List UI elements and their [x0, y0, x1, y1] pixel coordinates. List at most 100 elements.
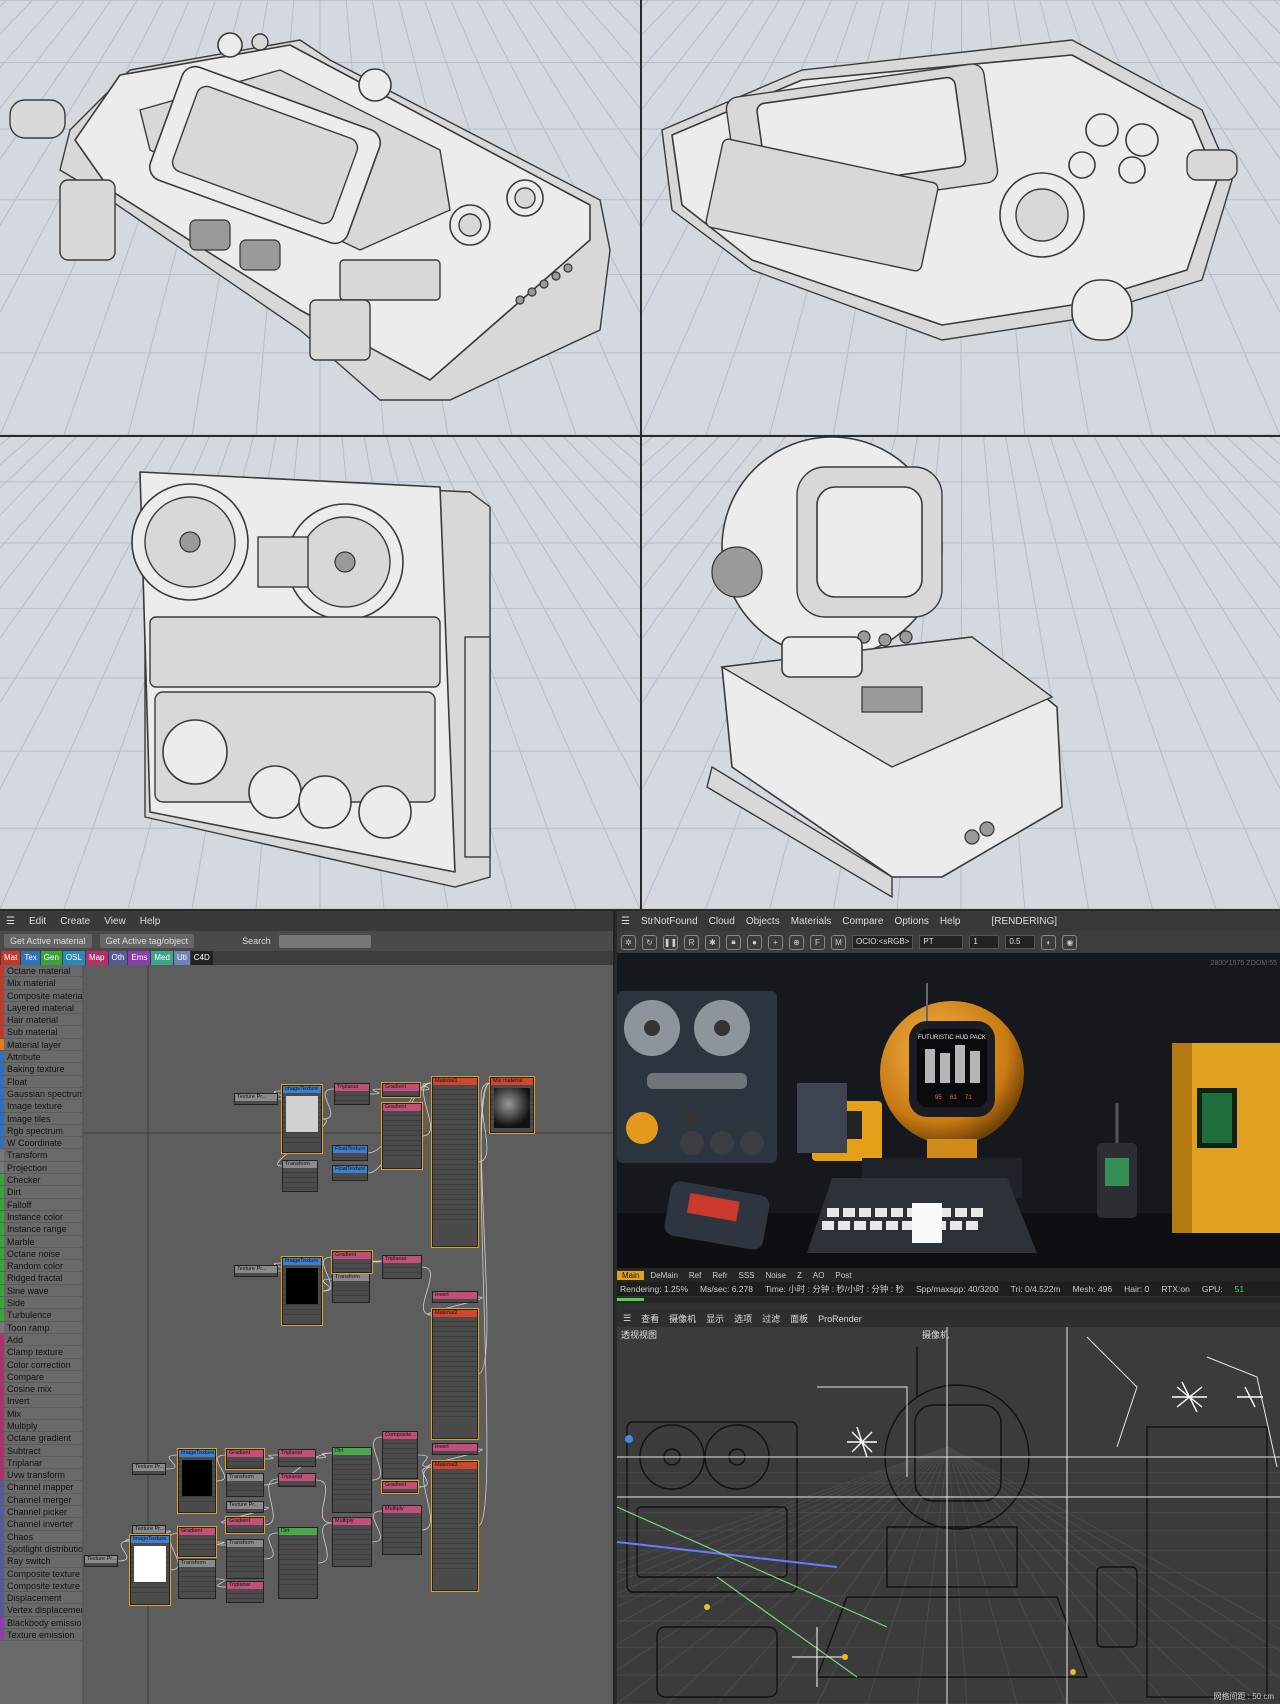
- viewport-middle-left[interactable]: [0, 437, 640, 909]
- pause-icon[interactable]: ❚❚: [663, 934, 678, 950]
- node-list-item[interactable]: Vertex displacement: [0, 1604, 82, 1617]
- node-list-item[interactable]: W Coordinate: [0, 1137, 82, 1150]
- menu-options[interactable]: Options: [894, 916, 928, 927]
- node-list-item[interactable]: Transform: [0, 1149, 82, 1162]
- menu-panel[interactable]: 面板: [790, 1312, 808, 1325]
- node-transform[interactable]: Transform: [226, 1473, 264, 1497]
- node-list-item[interactable]: Float: [0, 1075, 82, 1088]
- node-material2[interactable]: Material2: [431, 1308, 479, 1440]
- region-render-icon[interactable]: R: [684, 934, 699, 950]
- search-input[interactable]: [278, 934, 371, 948]
- node-list-item[interactable]: Displacement: [0, 1592, 82, 1605]
- tab-c4d[interactable]: C4D: [190, 951, 213, 965]
- node-imagetexture[interactable]: ImageTexture: [129, 1534, 171, 1606]
- menu-filter[interactable]: 过滤: [762, 1312, 780, 1325]
- tab-med[interactable]: Med: [151, 951, 173, 965]
- node-list-item[interactable]: Chaos: [0, 1530, 82, 1543]
- render-tab-ao[interactable]: AO: [808, 1271, 830, 1280]
- render-preview[interactable]: FUTURISTIC HUD PACK 95 61 71 2800*1575 Z…: [617, 953, 1280, 1268]
- node-list-item[interactable]: Channel merger: [0, 1493, 82, 1507]
- render-tab-noise[interactable]: Noise: [761, 1271, 791, 1280]
- viewport-top-right[interactable]: [642, 0, 1280, 435]
- ocio-select[interactable]: OCIO:<sRGB>: [852, 935, 914, 949]
- menu-cloud[interactable]: Cloud: [709, 916, 735, 927]
- node-triplanar[interactable]: Triplanar: [382, 1255, 422, 1279]
- node-list-item[interactable]: Compare: [0, 1370, 82, 1384]
- node-triplanar[interactable]: Triplanar: [278, 1449, 316, 1467]
- node-texture-pr[interactable]: Texture Pr...: [234, 1265, 278, 1277]
- node-list-item[interactable]: Octane gradient: [0, 1432, 82, 1445]
- menu-view[interactable]: View: [104, 916, 126, 927]
- node-list-item[interactable]: Checker: [0, 1174, 82, 1187]
- render-tab-ref[interactable]: Ref: [684, 1271, 706, 1280]
- node-list-item[interactable]: Color correction: [0, 1358, 82, 1371]
- node-texture-pr[interactable]: Texture Pr...: [132, 1463, 166, 1475]
- node-list-item[interactable]: Dirt: [0, 1186, 82, 1199]
- node-list-item[interactable]: Mix material: [0, 977, 82, 990]
- node-texture-pr[interactable]: Texture Pr...: [84, 1555, 118, 1567]
- node-list-item[interactable]: Hair material: [0, 1014, 82, 1027]
- node-gradient[interactable]: Gradient: [331, 1250, 373, 1274]
- menu-create[interactable]: Create: [60, 916, 90, 927]
- send-scene-icon[interactable]: ✲: [621, 934, 636, 950]
- node-list-item[interactable]: Image tiles: [0, 1112, 82, 1125]
- node-graph-canvas[interactable]: Texture Pr... ImageTexture Transform Tripla…: [84, 965, 613, 1704]
- node-list-item[interactable]: Baking texture: [0, 1063, 82, 1076]
- node-list-item[interactable]: Layered material: [0, 1001, 82, 1015]
- menu-help[interactable]: Help: [940, 916, 961, 927]
- render-tab-sss[interactable]: SSS: [734, 1271, 760, 1280]
- menu-compare[interactable]: Compare: [842, 916, 883, 927]
- film-icon[interactable]: F: [810, 934, 825, 950]
- node-list-item[interactable]: Toon ramp: [0, 1321, 82, 1334]
- add-icon[interactable]: +: [768, 934, 783, 950]
- kernel-select[interactable]: PT: [919, 935, 964, 949]
- node-invert[interactable]: Invert: [432, 1443, 478, 1455]
- material-ball-icon[interactable]: ●: [747, 934, 762, 950]
- node-list-item[interactable]: Composite texture layer: [0, 1579, 82, 1593]
- viewport-top-left[interactable]: [0, 0, 640, 435]
- node-list-item[interactable]: Side: [0, 1297, 82, 1310]
- focus-picker-icon[interactable]: ⊕: [789, 934, 804, 950]
- render-tab-z[interactable]: Z: [792, 1271, 807, 1280]
- hamburger-icon[interactable]: ☰: [621, 916, 630, 927]
- tab-osl[interactable]: OSL: [62, 951, 85, 965]
- get-active-material-button[interactable]: Get Active material: [4, 934, 92, 948]
- node-list-item[interactable]: Random color: [0, 1260, 82, 1273]
- node-triplanar[interactable]: Triplanar: [278, 1473, 316, 1487]
- node-list-item[interactable]: Channel inverter: [0, 1518, 82, 1531]
- node-list-item[interactable]: Material layer: [0, 1038, 82, 1052]
- node-list-item[interactable]: Triplanar: [0, 1456, 82, 1470]
- node-multiply[interactable]: Multiply: [332, 1517, 372, 1567]
- node-list-item[interactable]: Composite material: [0, 989, 82, 1002]
- node-gradient[interactable]: Gradient: [381, 1480, 419, 1494]
- c4d-perspective-viewport[interactable]: ☰ 查看 摄像机 显示 选项 过滤 面板 ProRender 透视视图 摄像机 …: [617, 1310, 1280, 1704]
- node-list-item[interactable]: Composite texture: [0, 1567, 82, 1580]
- node-transform[interactable]: Transform: [226, 1539, 264, 1579]
- node-list-item[interactable]: Octane material: [0, 965, 82, 978]
- menu-view[interactable]: 查看: [641, 1312, 659, 1325]
- node-list-item[interactable]: Clamp texture: [0, 1346, 82, 1359]
- node-list-item[interactable]: Gaussian spectrum: [0, 1087, 82, 1101]
- node-list-item[interactable]: Rgb spectrum: [0, 1124, 82, 1138]
- node-list-item[interactable]: Sub material: [0, 1026, 82, 1039]
- render-tab-refr[interactable]: Refr: [707, 1271, 732, 1280]
- tab-map[interactable]: Map: [85, 951, 108, 965]
- hamburger-icon[interactable]: ☰: [623, 1313, 631, 1324]
- viewport-middle-right[interactable]: [642, 437, 1280, 909]
- zoom-value-input[interactable]: 1: [969, 935, 1000, 949]
- node-list-item[interactable]: Subtract: [0, 1444, 82, 1457]
- node-list-item[interactable]: Mix: [0, 1407, 82, 1420]
- node-list-item[interactable]: Channel mapper: [0, 1481, 82, 1494]
- node-list-item[interactable]: Invert: [0, 1395, 82, 1408]
- node-floattexture[interactable]: FloatTexture: [332, 1165, 368, 1181]
- node-gradient[interactable]: Gradient: [177, 1526, 217, 1558]
- restart-icon[interactable]: ↻: [642, 934, 657, 950]
- node-transform[interactable]: Transform: [178, 1559, 216, 1599]
- node-material3[interactable]: Material3: [431, 1460, 479, 1592]
- node-list-item[interactable]: Attribute: [0, 1051, 82, 1064]
- node-gradient[interactable]: Gradient: [381, 1102, 423, 1170]
- material-picker-icon[interactable]: M: [831, 934, 846, 950]
- node-list-item[interactable]: Uvw transform: [0, 1469, 82, 1482]
- node-list-item[interactable]: Falloff: [0, 1198, 82, 1211]
- menu-objects[interactable]: Objects: [746, 916, 780, 927]
